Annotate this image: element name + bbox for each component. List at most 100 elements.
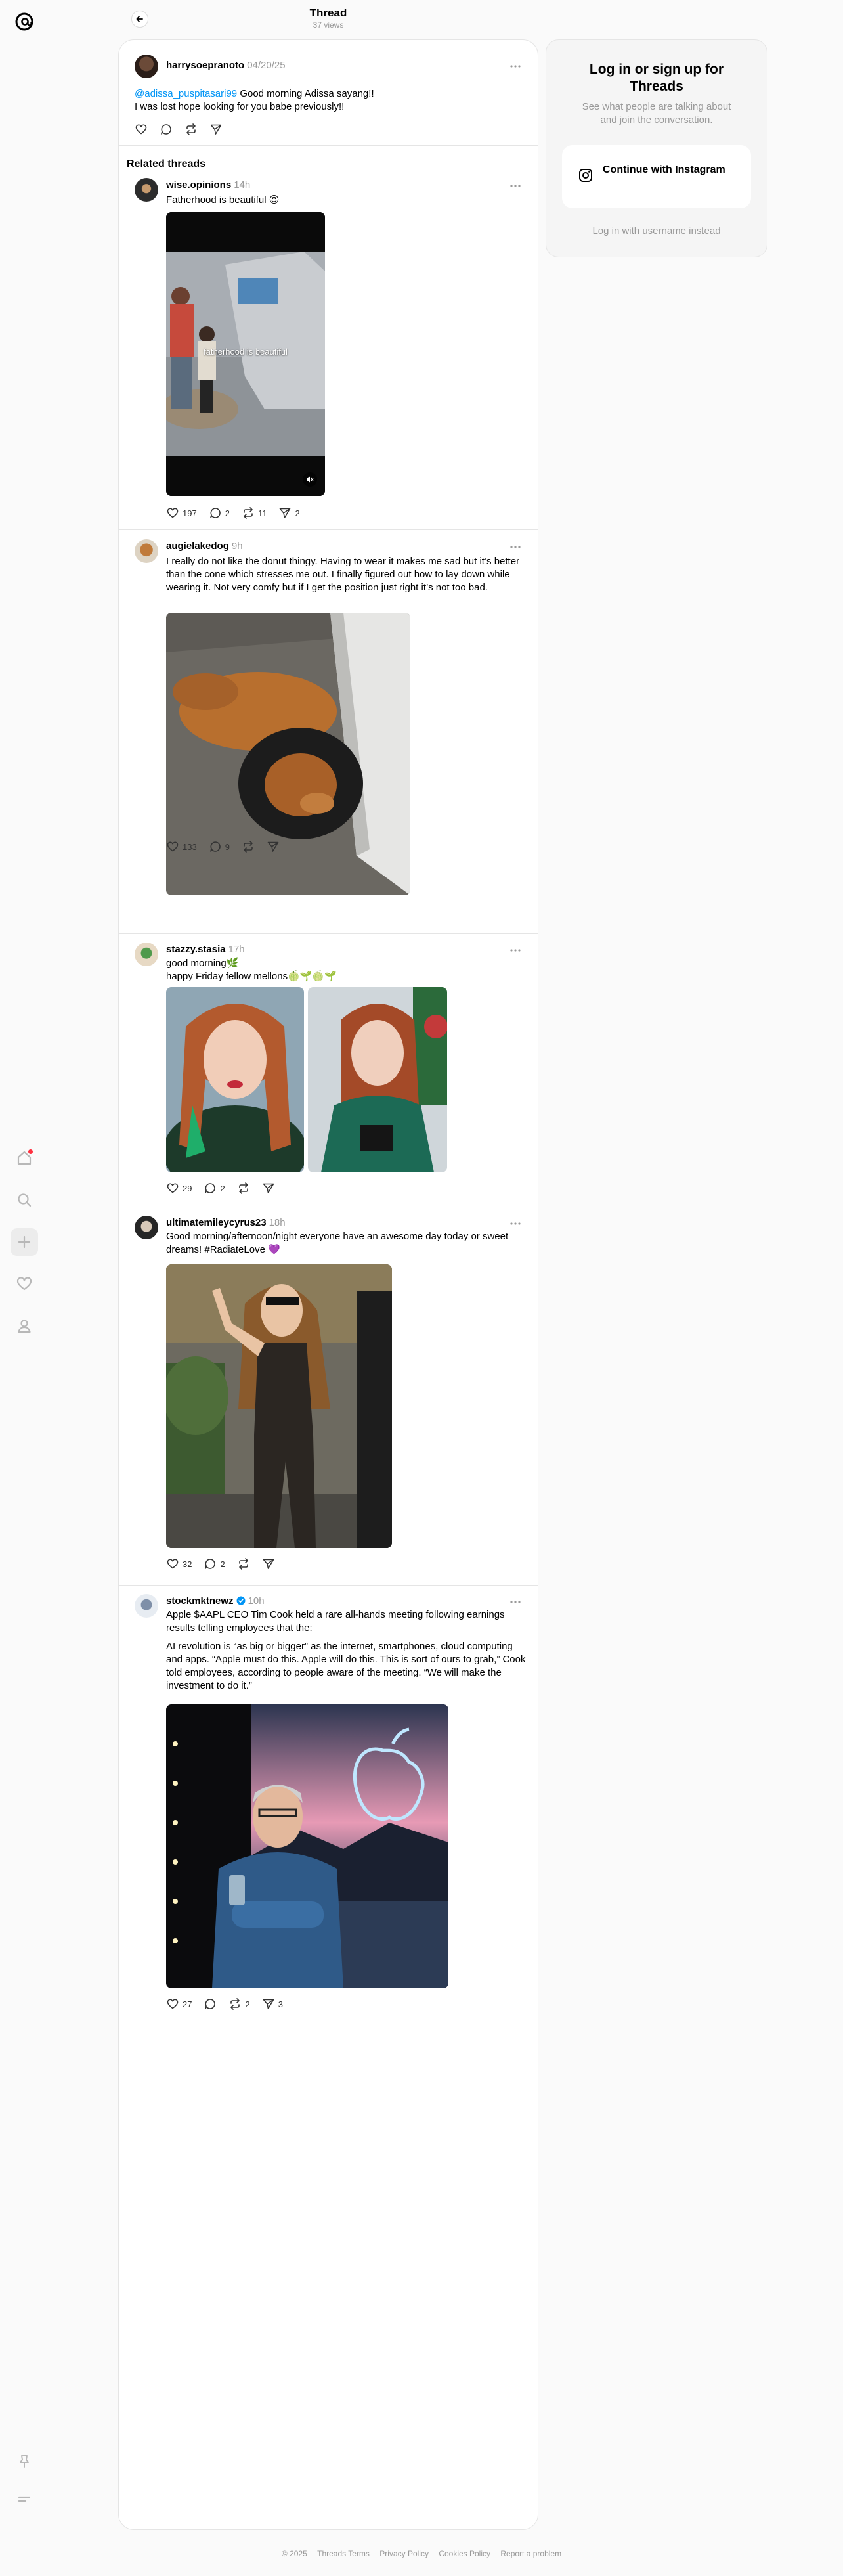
more-button[interactable] [509,1595,522,1609]
like-count: 197 [183,508,197,518]
nav-profile[interactable] [11,1312,38,1340]
footer-link-privacy[interactable]: Privacy Policy [379,2549,429,2558]
like-button[interactable]: 29 [166,1182,192,1195]
post-username[interactable]: harrysoepranoto 04/20/25 [166,60,286,71]
mute-button[interactable] [303,472,317,487]
post-image[interactable] [166,1704,448,1988]
post-username[interactable]: stazzy.stasia 17h [166,944,245,955]
share-button[interactable] [262,1557,275,1570]
username-link[interactable]: wise.opinions [166,179,231,190]
more-icon [510,949,521,952]
reply-count: 9 [225,841,230,852]
post-time[interactable]: 18h [269,1217,286,1228]
avatar[interactable] [135,1594,158,1618]
reply-button[interactable]: 2 [204,1557,225,1570]
like-button[interactable]: 32 [166,1557,192,1570]
login-subtitle: See what people are talking about and jo… [582,101,731,125]
avatar[interactable] [135,943,158,966]
post-username[interactable]: wise.opinions 14h [166,179,250,190]
avatar[interactable] [135,1216,158,1239]
username-link[interactable]: augielakedog [166,541,229,552]
nav-search[interactable] [11,1186,38,1214]
avatar[interactable] [135,178,158,202]
post-time[interactable]: 14h [234,179,250,190]
nav-create[interactable] [11,1228,38,1256]
repost-button[interactable] [184,123,198,136]
repost-icon [230,1998,240,2010]
footer: © 2025 Threads Terms Privacy Policy Cook… [0,2549,843,2558]
profile-icon [18,1320,31,1333]
post-username[interactable]: augielakedog 9h [166,541,243,552]
threads-logo-icon[interactable] [12,9,37,34]
repost-button[interactable]: 11 [242,506,267,520]
share-count: 3 [278,1999,283,2009]
nav-menu[interactable] [11,2485,38,2513]
footer-link-cookies[interactable]: Cookies Policy [439,2549,490,2558]
post-time[interactable]: 9h [232,541,243,552]
repost-button[interactable] [237,1182,250,1195]
share-icon [263,1183,274,1193]
repost-icon [186,123,196,135]
avatar[interactable] [135,55,158,78]
mention-link[interactable]: @adissa_puspitasari99 [135,88,237,99]
login-username-link[interactable]: Log in with username instead [546,225,767,236]
more-icon [510,1222,521,1225]
divider [119,1585,538,1586]
thread-column: harrysoepranoto 04/20/25 @adissa_puspitas… [118,39,538,2530]
share-icon [280,508,291,518]
reply-icon [209,508,221,518]
post-image[interactable] [166,987,304,1172]
share-button[interactable]: 3 [262,1997,283,2010]
footer-link-report[interactable]: Report a problem [500,2549,561,2558]
post-video[interactable]: fatherhood is beautiful [166,212,325,496]
repost-button[interactable] [242,840,255,853]
reply-button[interactable] [160,123,173,136]
username-link[interactable]: ultimatemileycyrus23 [166,1217,267,1228]
reply-button[interactable] [204,1997,217,2010]
share-button[interactable]: 2 [278,506,300,520]
like-button[interactable]: 27 [166,1997,192,2010]
heart-icon [167,508,179,518]
continue-with-instagram-button[interactable]: Continue with Instagram [562,145,751,208]
like-button[interactable]: 197 [166,506,197,520]
like-button[interactable]: 133 [166,840,197,853]
post-image[interactable] [166,1264,392,1548]
search-icon [18,1193,32,1207]
username-link[interactable]: stazzy.stasia [166,944,226,955]
username-link[interactable]: stockmktnewz [166,1595,234,1607]
repost-button[interactable] [237,1557,250,1570]
more-button[interactable] [509,541,522,554]
post-text-line2: happy Friday fellow mellons🍈🌱🍈🌱 [166,971,337,982]
share-icon [263,1559,274,1569]
post-image[interactable] [308,987,447,1172]
footer-link-terms[interactable]: Threads Terms [317,2549,370,2558]
post-text: Good morning/afternoon/night everyone ha… [166,1231,509,1255]
post-username[interactable]: ultimatemileycyrus23 18h [166,1217,286,1228]
more-button[interactable] [509,179,522,192]
post-date[interactable]: 04/20/25 [247,60,285,71]
more-button[interactable] [509,1217,522,1230]
like-button[interactable] [135,123,148,136]
more-button[interactable] [509,60,522,73]
nav-home[interactable] [11,1144,38,1172]
repost-button[interactable]: 2 [228,1997,250,2010]
heart-icon [167,1559,179,1569]
nav-pinned[interactable] [11,2447,38,2475]
post-username[interactable]: stockmktnewz 10h [166,1595,265,1607]
share-button[interactable] [262,1182,275,1195]
share-button[interactable] [267,840,280,853]
post-actions: 27 2 3 [166,1996,295,2012]
like-count: 133 [183,841,197,852]
reply-button[interactable]: 9 [209,840,230,853]
heart-icon [16,1277,32,1291]
post-time[interactable]: 17h [228,944,245,955]
username-link[interactable]: harrysoepranoto [166,60,244,71]
reply-button[interactable]: 2 [204,1182,225,1195]
avatar[interactable] [135,539,158,563]
share-button[interactable] [209,123,223,136]
more-button[interactable] [509,944,522,957]
nav-activity[interactable] [11,1270,38,1298]
reply-button[interactable]: 2 [209,506,230,520]
post-time[interactable]: 10h [248,1595,265,1607]
celebrity-photo [166,1264,392,1548]
